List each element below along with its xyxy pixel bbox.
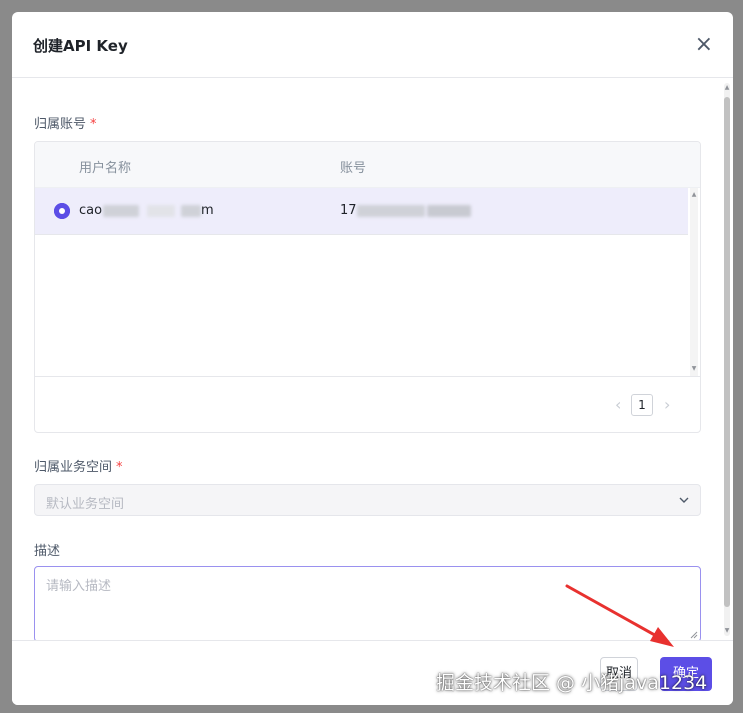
username-redacted-2 bbox=[147, 205, 175, 217]
dialog-title: 创建API Key bbox=[33, 37, 128, 55]
chevron-down-icon bbox=[679, 497, 689, 503]
username-end: m bbox=[201, 203, 214, 218]
account-redacted-2 bbox=[427, 205, 471, 217]
radio-checked-icon[interactable] bbox=[54, 203, 70, 219]
account-redacted bbox=[357, 205, 425, 217]
required-mark: * bbox=[116, 460, 123, 475]
workspace-label: 归属业务空间 * bbox=[34, 456, 123, 475]
chevron-left-icon[interactable]: ‹ bbox=[615, 395, 621, 414]
create-api-key-dialog: 创建API Key × 归属账号 * 用户名称 账号 cao m 17 ▲ ▼ … bbox=[12, 12, 733, 705]
description-label: 描述 bbox=[34, 544, 61, 559]
username-start: cao bbox=[79, 203, 103, 218]
account-label-text: 归属账号 bbox=[34, 117, 87, 132]
table-row[interactable]: cao m 17 bbox=[35, 188, 688, 235]
account-table: 用户名称 账号 cao m 17 ▲ ▼ ‹ 1 › bbox=[34, 141, 701, 433]
username-redacted-3 bbox=[181, 205, 201, 217]
required-mark: * bbox=[90, 117, 97, 132]
scroll-up-icon[interactable]: ▲ bbox=[690, 192, 698, 198]
scroll-down-icon[interactable]: ▼ bbox=[690, 366, 698, 372]
username-redacted bbox=[103, 205, 139, 217]
scroll-up-icon[interactable]: ▲ bbox=[724, 85, 730, 91]
resize-grip-icon[interactable] bbox=[690, 631, 698, 639]
close-icon[interactable]: × bbox=[695, 34, 713, 56]
account-start: 17 bbox=[340, 203, 357, 218]
account-label: 归属账号 * bbox=[34, 113, 97, 132]
page-number-button[interactable]: 1 bbox=[631, 394, 653, 416]
scrollbar-thumb[interactable] bbox=[724, 97, 730, 607]
watermark-text: 掘金技术社区 @ 小猪java1234 bbox=[436, 672, 708, 694]
description-textarea[interactable]: 请输入描述 bbox=[34, 566, 701, 642]
table-scrollbar[interactable]: ▲ ▼ bbox=[690, 188, 698, 376]
dialog-header: 创建API Key × bbox=[12, 12, 733, 78]
workspace-select[interactable]: 默认业务空间 bbox=[34, 484, 701, 516]
table-pagination: ‹ 1 › bbox=[35, 376, 700, 432]
workspace-label-text: 归属业务空间 bbox=[34, 460, 113, 475]
header-username: 用户名称 bbox=[79, 161, 132, 176]
chevron-right-icon[interactable]: › bbox=[664, 395, 670, 414]
dialog-body: 归属账号 * 用户名称 账号 cao m 17 ▲ ▼ ‹ 1 › 归属业务空间… bbox=[12, 79, 733, 642]
workspace-select-value: 默认业务空间 bbox=[46, 497, 125, 512]
scroll-down-icon[interactable]: ▼ bbox=[724, 628, 730, 634]
table-header: 用户名称 账号 bbox=[35, 142, 700, 188]
description-placeholder: 请输入描述 bbox=[46, 579, 112, 594]
header-account: 账号 bbox=[340, 161, 367, 176]
dialog-scrollbar[interactable]: ▲ ▼ bbox=[724, 83, 730, 636]
